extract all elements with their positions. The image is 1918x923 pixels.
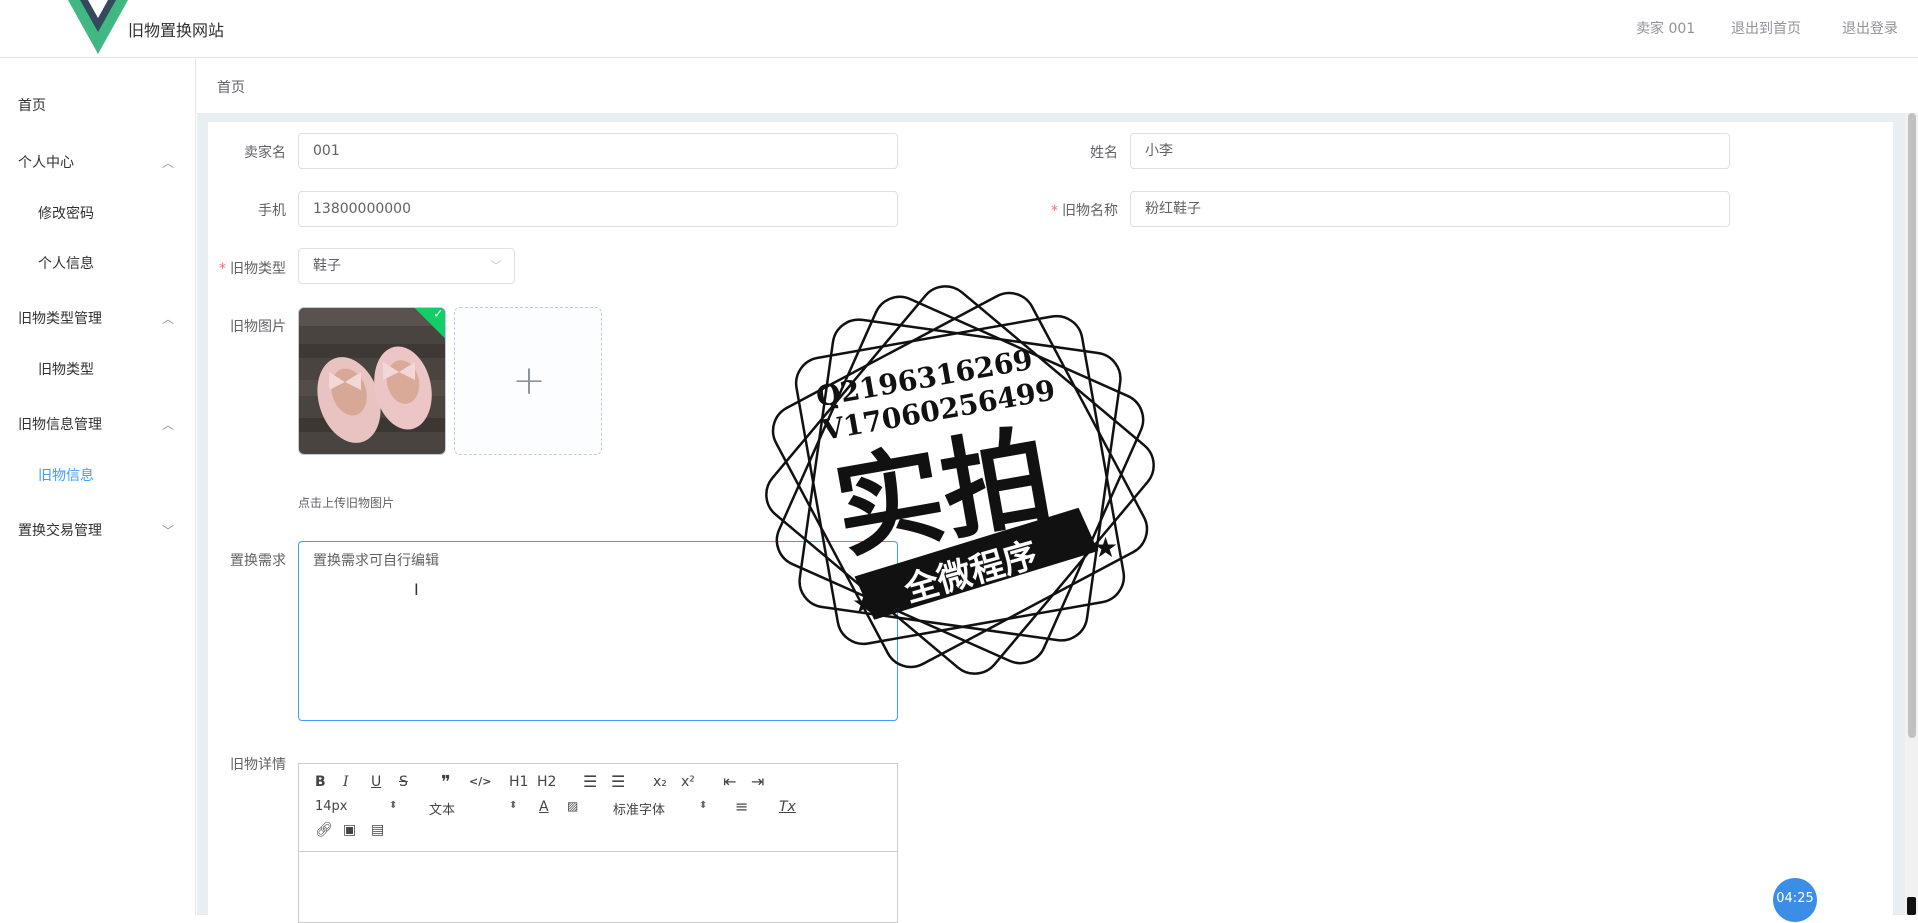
link-icon[interactable]: 🔗︎ bbox=[315, 822, 333, 838]
outdent-icon[interactable]: ⇤ bbox=[723, 772, 736, 791]
sidebar-item-label: 个人信息 bbox=[38, 256, 94, 272]
sidebar-item-home[interactable]: 首页 bbox=[0, 81, 196, 131]
site-title: 旧物置换网站 bbox=[128, 21, 225, 40]
select-arrows-icon: ⬍ bbox=[509, 800, 518, 811]
breadcrumb[interactable]: 首页 bbox=[217, 77, 245, 97]
current-user: 卖家 001 bbox=[1636, 21, 1696, 37]
font-family-select[interactable]: 标准字体 ⬍ bbox=[613, 799, 713, 818]
chevron-up-icon: ︿ bbox=[161, 312, 174, 326]
sidebar-item-label: 置换交易管理 bbox=[18, 523, 102, 539]
required-mark: * bbox=[219, 261, 226, 277]
chevron-down-icon: ﹀ bbox=[161, 524, 174, 538]
required-mark: * bbox=[1051, 203, 1058, 219]
sidebar-item-label: 首页 bbox=[18, 98, 46, 114]
watermark-stamp: Q2196316269 V17060256499 实拍 全微程序 ★ ★ bbox=[765, 285, 1155, 675]
detail-label: 旧物详情 bbox=[230, 757, 286, 773]
sidebar-item-label: 个人中心 bbox=[18, 155, 74, 171]
bullet-list-icon[interactable]: ☰ bbox=[611, 772, 625, 791]
sidebar-item-item-info[interactable]: 旧物信息 bbox=[0, 451, 196, 501]
bold-button[interactable]: B bbox=[315, 774, 326, 790]
font-size-select[interactable]: 14px ⬍ bbox=[315, 799, 405, 814]
item-name-input[interactable]: 粉红鞋子 bbox=[1130, 191, 1730, 227]
text-cursor-icon: I bbox=[414, 580, 419, 599]
font-color-button[interactable]: A bbox=[539, 799, 549, 815]
star-icon: ★ bbox=[1093, 531, 1118, 564]
editor-toolbar: B I U S ❞ </> H1 H2 ☰ ☰ x₂ x² ⇤ ⇥ 14px ⬍… bbox=[299, 764, 897, 852]
sidebar-item-label: 旧物类型管理 bbox=[18, 311, 102, 327]
item-name-label: * 旧物名称 bbox=[1040, 200, 1118, 220]
upload-image-button[interactable]: + bbox=[454, 307, 602, 455]
sidebar-item-label: 旧物类型 bbox=[38, 362, 94, 378]
subscript-button[interactable]: x₂ bbox=[653, 774, 667, 790]
pink-shoes-photo bbox=[299, 308, 445, 454]
item-type-label-text: 旧物类型 bbox=[230, 261, 286, 277]
chevron-up-icon: ︿ bbox=[161, 418, 174, 432]
code-button[interactable]: </> bbox=[469, 775, 491, 788]
upload-tip: 点击上传旧物图片 bbox=[298, 496, 395, 510]
h2-button[interactable]: H2 bbox=[537, 774, 556, 790]
font-family-value: 标准字体 bbox=[613, 803, 666, 818]
clear-format-button[interactable]: Tx bbox=[779, 799, 796, 815]
logout-link[interactable]: 退出登录 bbox=[1842, 18, 1898, 38]
top-header: 旧物置换网站 卖家 001 退出到首页 退出登录 bbox=[0, 0, 1918, 58]
demand-label: 置换需求 bbox=[230, 553, 286, 569]
item-type-value: 鞋子 bbox=[313, 258, 341, 274]
breadcrumb-bar: 首页 bbox=[197, 58, 1918, 113]
chevron-up-icon: ︿ bbox=[161, 156, 174, 170]
seller-input[interactable]: 001 bbox=[298, 133, 898, 169]
italic-button[interactable]: I bbox=[343, 774, 349, 790]
sidebar-item-personal-center[interactable]: 个人中心 ︿ bbox=[0, 138, 196, 188]
sidebar-item-label: 旧物信息 bbox=[38, 468, 94, 484]
timer-badge: 04:25 bbox=[1773, 878, 1817, 922]
indent-icon[interactable]: ⇥ bbox=[751, 772, 764, 791]
select-arrows-icon: ⬍ bbox=[389, 800, 398, 811]
star-icon: ★ bbox=[852, 587, 877, 620]
sidebar-item-trade-management[interactable]: 置换交易管理 ﹀ bbox=[0, 506, 196, 556]
align-icon[interactable]: ≡ bbox=[735, 797, 748, 816]
sidebar-item-label: 旧物信息管理 bbox=[18, 417, 102, 433]
quote-button[interactable]: ❞ bbox=[441, 772, 451, 793]
vue-logo bbox=[68, 0, 128, 54]
background-color-icon[interactable]: ▨ bbox=[567, 799, 578, 813]
scrollbar-thumb[interactable] bbox=[1908, 113, 1916, 738]
exit-to-home-link[interactable]: 退出到首页 bbox=[1731, 18, 1801, 38]
video-icon[interactable]: ▤ bbox=[371, 822, 384, 838]
sidebar-item-type-management[interactable]: 旧物类型管理 ︿ bbox=[0, 294, 196, 344]
underline-button[interactable]: U bbox=[371, 774, 381, 790]
scroll-down-arrow-icon[interactable] bbox=[1907, 897, 1916, 915]
plus-icon: + bbox=[512, 358, 546, 404]
item-image-label: 旧物图片 bbox=[230, 319, 286, 335]
sidebar-item-info-management[interactable]: 旧物信息管理 ︿ bbox=[0, 400, 196, 450]
rich-text-editor[interactable]: B I U S ❞ </> H1 H2 ☰ ☰ x₂ x² ⇤ ⇥ 14px ⬍… bbox=[298, 763, 898, 923]
sidebar-item-label: 修改密码 bbox=[38, 206, 94, 222]
image-icon[interactable]: ▣ bbox=[343, 822, 356, 838]
h1-button[interactable]: H1 bbox=[509, 774, 528, 790]
item-type-select[interactable]: 鞋子 ﹀ bbox=[298, 248, 515, 284]
seller-label: 卖家名 bbox=[244, 145, 286, 161]
strike-button[interactable]: S bbox=[399, 774, 408, 790]
name-label: 姓名 bbox=[1090, 145, 1118, 161]
ordered-list-icon[interactable]: ☰ bbox=[583, 772, 597, 791]
page-scrollbar[interactable] bbox=[1905, 113, 1918, 915]
uploaded-image-thumbnail[interactable]: ✓ bbox=[298, 307, 446, 455]
item-name-label-text: 旧物名称 bbox=[1062, 203, 1118, 219]
sidebar-item-change-password[interactable]: 修改密码 bbox=[0, 189, 196, 239]
select-arrows-icon: ⬍ bbox=[699, 800, 708, 811]
name-input[interactable]: 小李 bbox=[1130, 133, 1730, 169]
sidebar-menu: 首页 个人中心 ︿ 修改密码 个人信息 旧物类型管理 ︿ 旧物类型 旧物信息管理… bbox=[0, 58, 196, 915]
item-type-label: * 旧物类型 bbox=[208, 258, 286, 278]
phone-label: 手机 bbox=[258, 203, 286, 219]
heading-value: 文本 bbox=[429, 803, 456, 818]
font-size-value: 14px bbox=[315, 799, 348, 814]
check-icon: ✓ bbox=[433, 307, 444, 321]
phone-input[interactable]: 13800000000 bbox=[298, 191, 898, 227]
sidebar-item-personal-info[interactable]: 个人信息 bbox=[0, 239, 196, 289]
superscript-button[interactable]: x² bbox=[681, 774, 695, 790]
chevron-down-icon: ﹀ bbox=[489, 259, 502, 273]
heading-select[interactable]: 文本 ⬍ bbox=[429, 799, 519, 818]
sidebar-item-item-type[interactable]: 旧物类型 bbox=[0, 345, 196, 395]
